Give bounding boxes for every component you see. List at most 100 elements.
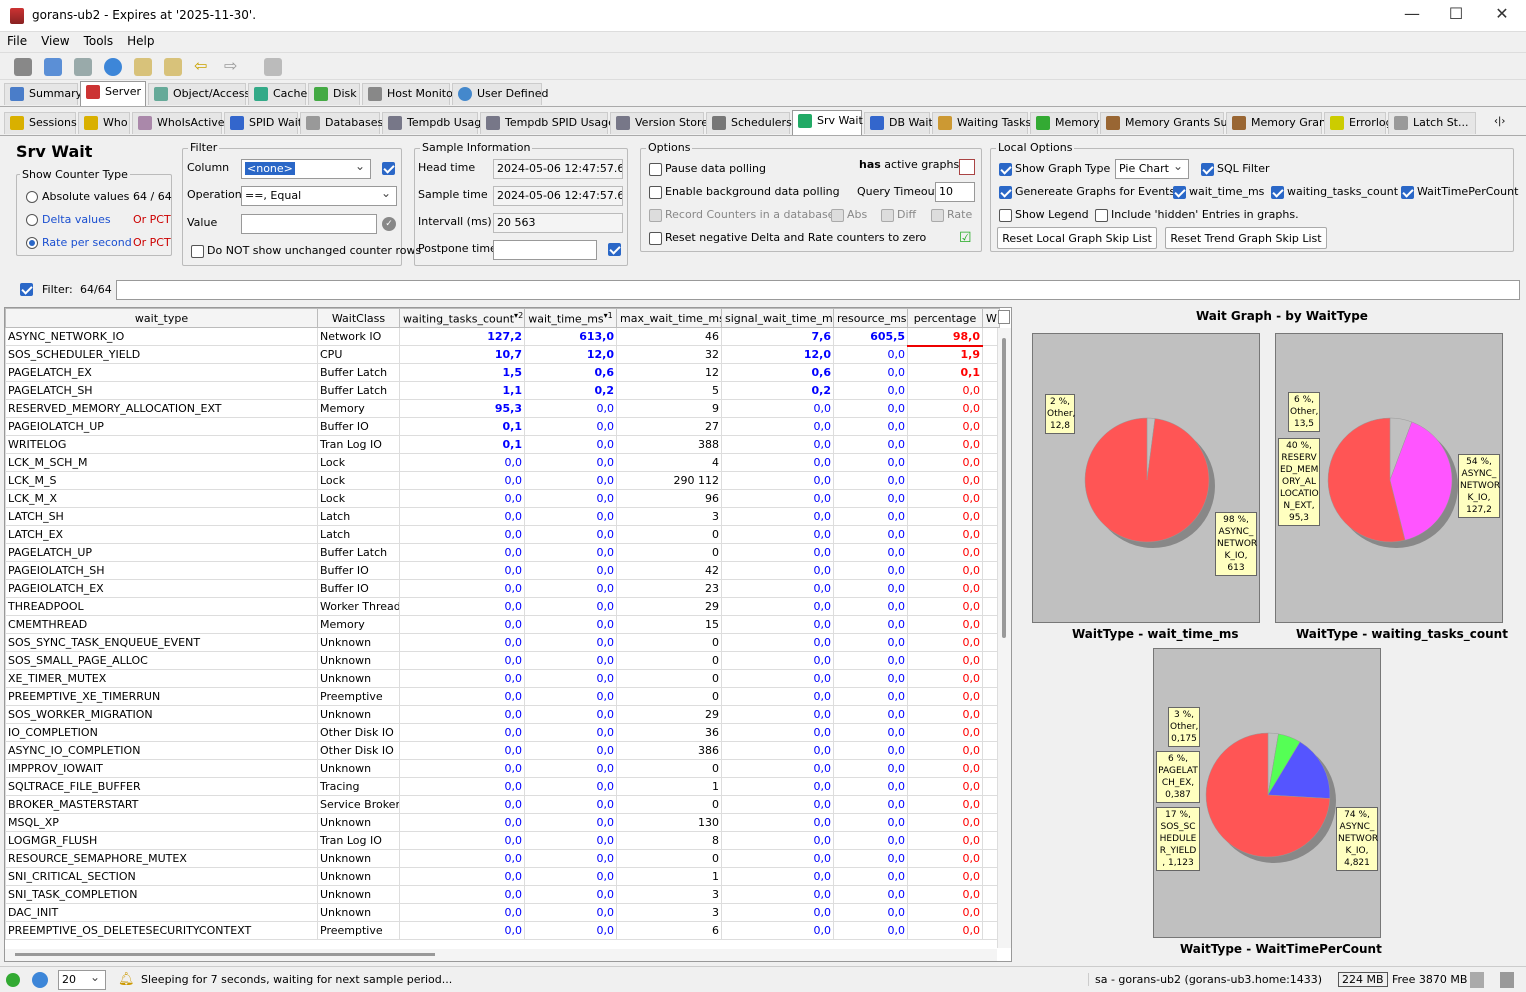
menu-tools[interactable]: Tools <box>77 32 121 50</box>
menu-help[interactable]: Help <box>120 32 161 50</box>
col-w[interactable]: W <box>982 308 1000 328</box>
maximize-button[interactable]: ☐ <box>1436 4 1476 28</box>
tab-object-access[interactable]: Object/Access <box>148 83 250 105</box>
tab-cache[interactable]: Cache <box>248 83 307 105</box>
table-row[interactable]: LATCH_SH Latch 0,0 0,0 3 0,0 0,0 0,0 <box>5 507 1000 526</box>
table-row[interactable]: PAGELATCH_EX Buffer Latch 1,5 0,6 12 0,6 0,0 0,… <box>5 363 1000 382</box>
show-graph-checkbox[interactable] <box>999 163 1012 176</box>
refresh-interval-select[interactable]: 20 <box>58 970 106 990</box>
col-signal-wait-time-ms[interactable]: signal_wait_time_ms <box>721 308 834 328</box>
tab-host-monitor[interactable]: Host Monitor <box>362 83 457 105</box>
menu-view[interactable]: View <box>34 32 76 50</box>
grid-horizontal-scrollbar[interactable] <box>5 949 997 961</box>
tab-summary[interactable]: Summary <box>4 83 82 105</box>
table-row[interactable]: BROKER_MASTERSTART Service Broker 0,0 0,0 0 0… <box>5 795 1000 814</box>
postpone-time-input[interactable] <box>493 240 597 260</box>
tab-user-defined[interactable]: User Defined <box>452 83 548 105</box>
table-row[interactable]: LCK_M_SCH_M Lock 0,0 0,0 4 0,0 0,0 0,0 <box>5 453 1000 472</box>
delta-radio[interactable] <box>26 214 38 226</box>
grid-filter-checkbox[interactable] <box>20 283 33 296</box>
tab-whoisactive[interactable]: WhoIsActive <box>132 112 225 134</box>
table-row[interactable]: PAGEIOLATCH_SH Buffer IO 0,0 0,0 42 0,0 0,0 0,0 <box>5 561 1000 580</box>
postpone-checkbox[interactable] <box>608 243 621 256</box>
h-scroll-thumb[interactable] <box>15 953 435 956</box>
tab-memory-grants[interactable]: Memory Grants <box>1226 112 1336 134</box>
table-row[interactable]: PAGEIOLATCH_EX Buffer IO 0,0 0,0 23 0,0 0,0 0,0 <box>5 579 1000 598</box>
table-row[interactable]: SOS_SCHEDULER_YIELD CPU 10,7 12,0 32 12,0 0,0 1… <box>5 345 1000 364</box>
table-row[interactable]: LATCH_EX Latch 0,0 0,0 0 0,0 0,0 0,0 <box>5 525 1000 544</box>
folder-icon[interactable] <box>134 58 152 76</box>
table-row[interactable]: LCK_M_S Lock 0,0 0,0 290 112 0,0 0,0 0,0 <box>5 471 1000 490</box>
table-row[interactable]: WRITELOG Tran Log IO 0,1 0,0 388 0,0 0,0 0,0 <box>5 435 1000 454</box>
table-row[interactable]: IMPPROV_IOWAIT Unknown 0,0 0,0 0 0,0 0,0 0,0 <box>5 759 1000 778</box>
sql-filter-checkbox[interactable] <box>1201 163 1214 176</box>
graph-icon[interactable] <box>959 159 975 175</box>
col-max-wait-time-ms[interactable]: max_wait_time_ms <box>616 308 722 328</box>
table-row[interactable]: PAGEIOLATCH_UP Buffer IO 0,1 0,0 27 0,0 0,0 0,0 <box>5 417 1000 436</box>
tab-memory[interactable]: Memory <box>1030 112 1100 134</box>
grid-filter-input[interactable] <box>116 280 1520 300</box>
g3-checkbox[interactable] <box>1401 186 1414 199</box>
memory-usage[interactable]: 224 MB <box>1338 972 1388 987</box>
tab-errorlog[interactable]: Errorlog <box>1324 112 1393 134</box>
table-row[interactable]: THREADPOOL Worker Thread 0,0 0,0 29 0,0 0,0 0,0 <box>5 597 1000 616</box>
tab-srv-wait[interactable]: Srv Wait <box>792 110 863 135</box>
col-wait-time-ms[interactable]: wait_time_ms▾1 <box>524 308 617 328</box>
link-icon[interactable] <box>44 58 62 76</box>
include-hidden-checkbox[interactable] <box>1095 209 1108 222</box>
no-unchanged-checkbox[interactable] <box>191 245 204 258</box>
tab-waiting-tasks[interactable]: Waiting Tasks <box>932 112 1031 134</box>
table-row[interactable]: DAC_INIT Unknown 0,0 0,0 3 0,0 0,0 0,0 <box>5 903 1000 922</box>
filter-value-input[interactable] <box>241 214 377 234</box>
tab-scroll-arrows[interactable]: ‹|› <box>1494 116 1505 127</box>
forward-arrow-icon[interactable]: ⇨ <box>224 58 242 76</box>
grid-vertical-scrollbar[interactable] <box>997 328 1011 948</box>
background-polling-checkbox[interactable] <box>649 186 662 199</box>
table-row[interactable]: SQLTRACE_FILE_BUFFER Tracing 0,0 0,0 1 0,0 0,0… <box>5 777 1000 796</box>
tab-latch-stats[interactable]: Latch St... <box>1388 112 1476 134</box>
show-legend-checkbox[interactable] <box>999 209 1012 222</box>
table-row[interactable]: PAGELATCH_UP Buffer Latch 0,0 0,0 0 0,0 0,0 0,0 <box>5 543 1000 562</box>
tab-schedulers[interactable]: Schedulers <box>706 112 792 134</box>
gc-icon[interactable] <box>1470 972 1484 988</box>
table-row[interactable]: SOS_SMALL_PAGE_ALLOC Unknown 0,0 0,0 0 0,0 0,0… <box>5 651 1000 670</box>
operation-select[interactable]: ==, Equal <box>241 186 397 206</box>
folder-open-icon[interactable] <box>164 58 182 76</box>
graph-type-select[interactable]: Pie Chart <box>1115 159 1189 179</box>
col-resource-ms[interactable]: resource_ms <box>833 308 908 328</box>
col-percentage[interactable]: percentage <box>907 308 983 328</box>
tab-version-store[interactable]: Version Store <box>610 112 708 134</box>
table-row[interactable]: SNI_TASK_COMPLETION Unknown 0,0 0,0 3 0,0 0,0 0… <box>5 885 1000 904</box>
search-icon[interactable] <box>264 58 282 76</box>
refresh-icon[interactable] <box>6 973 20 987</box>
tab-spid-wait[interactable]: SPID Wait <box>224 112 302 134</box>
tab-who[interactable]: Who <box>78 112 130 134</box>
table-row[interactable]: PREEMPTIVE_OS_DELETESECURITYCONTEXT Preem… <box>5 921 1000 940</box>
table-row[interactable]: SOS_SYNC_TASK_ENQUEUE_EVENT Unknown 0,0 0,0… <box>5 633 1000 652</box>
camera-icon[interactable] <box>74 58 92 76</box>
rate-radio[interactable] <box>26 237 38 249</box>
back-arrow-icon[interactable]: ⇦ <box>194 58 212 76</box>
table-row[interactable]: PREEMPTIVE_XE_TIMERRUN Preemptive 0,0 0,0 0 0… <box>5 687 1000 706</box>
table-row[interactable]: PAGELATCH_SH Buffer Latch 1,1 0,2 5 0,2 0,0 0,0 <box>5 381 1000 400</box>
tab-server[interactable]: Server <box>80 81 146 106</box>
tab-tempdb-spid-usage[interactable]: Tempdb SPID Usage <box>480 112 615 134</box>
query-timeout-input[interactable]: 10 <box>935 182 975 202</box>
connect-icon[interactable] <box>14 58 32 76</box>
table-row[interactable]: RESERVED_MEMORY_ALLOCATION_EXT Memory 95,3… <box>5 399 1000 418</box>
pie-slice-async-network-io[interactable] <box>1084 417 1210 543</box>
tab-sessions[interactable]: Sessions <box>4 112 77 134</box>
minimize-button[interactable]: — <box>1392 4 1432 28</box>
column-select[interactable]: <none> <box>241 159 371 179</box>
column-chooser-icon[interactable] <box>998 310 1010 324</box>
pause-polling-checkbox[interactable] <box>649 163 662 176</box>
table-row[interactable]: ASYNC_IO_COMPLETION Other Disk IO 0,0 0,0 38… <box>5 741 1000 760</box>
table-row[interactable]: SNI_CRITICAL_SECTION Unknown 0,0 0,0 1 0,0 0,0… <box>5 867 1000 886</box>
abs-radio[interactable] <box>26 191 38 203</box>
column-checkbox[interactable] <box>382 162 395 175</box>
tab-tempdb-usage[interactable]: Tempdb Usage <box>382 112 488 134</box>
col-waiting-tasks-count[interactable]: waiting_tasks_count▾2 <box>399 308 525 328</box>
tab-databases[interactable]: Databases <box>300 112 383 134</box>
col-wait-type[interactable]: wait_type <box>5 308 318 328</box>
scroll-thumb[interactable] <box>1002 338 1006 638</box>
